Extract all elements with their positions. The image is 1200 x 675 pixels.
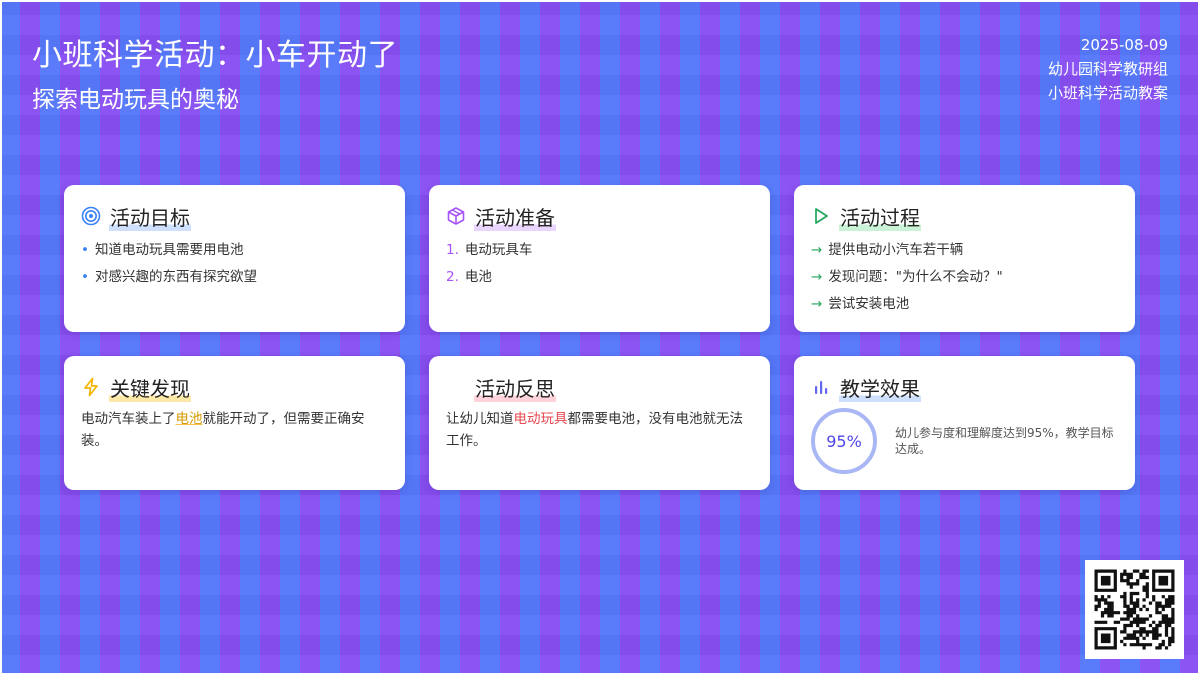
card-preparation: 活动准备 1. 电动玩具车 2. 电池 — [429, 185, 770, 332]
highlight-keyword: 电池 — [175, 411, 203, 427]
card-effect: 教学效果 95% 幼儿参与度和理解度达到95%，教学目标达成。 — [794, 356, 1135, 490]
list-item: • 对感兴趣的东西有探究欲望 — [81, 264, 388, 291]
target-icon — [81, 206, 101, 226]
arrow-right-icon: → — [811, 242, 823, 258]
qr-code-graphic — [1094, 569, 1175, 650]
list-item-text: 发现问题："为什么不会动？" — [828, 269, 1003, 285]
box-icon — [446, 206, 466, 226]
list-item: → 发现问题："为什么不会动？" — [811, 264, 1118, 291]
card-title: 活动准备 — [474, 201, 556, 231]
list-item: 1. 电动玩具车 — [446, 237, 753, 264]
list-item-text: 电池 — [464, 269, 492, 285]
prep-list: 1. 电动玩具车 2. 电池 — [446, 237, 753, 291]
card-grid: 活动目标 • 知道电动玩具需要用电池 • 对感兴趣的东西有探究欲望 活动准备 1. 电… — [64, 185, 1136, 490]
effect-description: 幼儿参与度和理解度达到95%，教学目标达成。 — [895, 426, 1114, 456]
header-date: 2025-08-09 — [1080, 36, 1168, 54]
header-left: 小班科学活动：小车开动了 探索电动玩具的奥秘 — [32, 30, 398, 114]
findings-text: 电动汽车装上了电池就能开动了，但需要正确安装。 — [81, 408, 388, 452]
card-header: 关键发现 — [81, 372, 388, 402]
bullet-dot-icon: • — [81, 269, 89, 285]
header-org: 幼儿园科学教研组 — [1047, 60, 1168, 78]
card-title: 关键发现 — [109, 372, 191, 402]
bar-chart-icon — [811, 377, 831, 397]
card-reflection: 活动反思 让幼儿知道电动玩具都需要电池，没有电池就无法工作。 — [429, 356, 770, 490]
percentage-label: 95% — [826, 431, 862, 451]
list-number: 1. — [446, 242, 459, 258]
arrow-right-icon: → — [811, 296, 823, 312]
list-number: 2. — [446, 269, 459, 285]
card-title: 活动目标 — [109, 201, 191, 231]
goals-list: • 知道电动玩具需要用电池 • 对感兴趣的东西有探究欲望 — [81, 237, 388, 291]
card-title: 活动反思 — [474, 372, 556, 402]
page-subtitle: 探索电动玩具的奥秘 — [32, 87, 239, 113]
effect-body: 95% 幼儿参与度和理解度达到95%，教学目标达成。 — [811, 408, 1118, 474]
header-meta: 2025-08-09 幼儿园科学教研组 小班科学活动教案 — [1048, 33, 1168, 105]
bullet-dot-icon: • — [81, 242, 89, 258]
list-item-text: 尝试安装电池 — [828, 296, 910, 312]
text-segment: 让幼儿知道 — [446, 411, 514, 427]
list-item: • 知道电动玩具需要用电池 — [81, 237, 388, 264]
process-list: → 提供电动小汽车若干辆 → 发现问题："为什么不会动？" → 尝试安装电池 — [811, 237, 1118, 318]
reflection-text: 让幼儿知道电动玩具都需要电池，没有电池就无法工作。 — [446, 408, 753, 452]
list-item-text: 提供电动小汽车若干辆 — [828, 242, 964, 258]
highlight-keyword: 电动玩具 — [513, 411, 568, 427]
list-item: → 提供电动小汽车若干辆 — [811, 237, 1118, 264]
list-item: → 尝试安装电池 — [811, 291, 1118, 318]
list-item-text: 知道电动玩具需要用电池 — [94, 242, 244, 258]
card-process: 活动过程 → 提供电动小汽车若干辆 → 发现问题："为什么不会动？" → 尝试安装电池 — [794, 185, 1135, 332]
text-segment: 电动汽车装上了 — [81, 411, 176, 427]
card-header: 活动准备 — [446, 201, 753, 231]
list-item-text: 电动玩具车 — [464, 242, 533, 258]
card-header: 活动反思 — [446, 372, 753, 402]
lightning-icon — [81, 377, 101, 397]
play-icon — [811, 206, 831, 226]
arrow-right-icon: → — [811, 269, 823, 285]
page-title: 小班科学活动：小车开动了 — [32, 38, 398, 73]
header-doc-type: 小班科学活动教案 — [1047, 84, 1168, 102]
card-title: 活动过程 — [839, 201, 921, 231]
card-findings: 关键发现 电动汽车装上了电池就能开动了，但需要正确安装。 — [64, 356, 405, 490]
card-header: 活动目标 — [81, 201, 388, 231]
list-item: 2. 电池 — [446, 264, 753, 291]
list-item-text: 对感兴趣的东西有探究欲望 — [94, 269, 257, 285]
card-title: 教学效果 — [839, 372, 921, 402]
percentage-ring: 95% — [811, 408, 877, 474]
qr-code — [1085, 560, 1184, 659]
card-header: 活动过程 — [811, 201, 1118, 231]
card-header: 教学效果 — [811, 372, 1118, 402]
reflection-icon — [446, 377, 466, 397]
card-goals: 活动目标 • 知道电动玩具需要用电池 • 对感兴趣的东西有探究欲望 — [64, 185, 405, 332]
